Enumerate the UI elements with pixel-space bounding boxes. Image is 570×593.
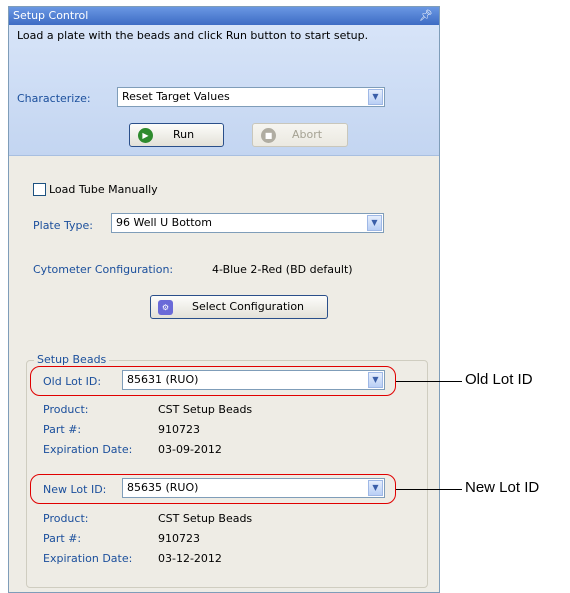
setup-beads-title: Setup Beads xyxy=(34,353,110,366)
select-configuration-label: Select Configuration xyxy=(191,300,305,313)
stop-icon: ■ xyxy=(261,128,276,143)
old-lot-callout: Old Lot ID xyxy=(465,371,533,388)
new-part-label: Part #: xyxy=(43,532,82,545)
new-lot-callout-line xyxy=(396,489,462,490)
old-part-value: 910723 xyxy=(158,423,200,436)
load-tube-label: Load Tube Manually xyxy=(49,183,158,196)
new-part-value: 910723 xyxy=(158,532,200,545)
panel-title: Setup Control xyxy=(13,9,89,22)
characterize-dropdown[interactable]: Reset Target Values ▼ xyxy=(117,87,385,107)
cytometer-config-label: Cytometer Configuration: xyxy=(33,263,174,276)
abort-label: Abort xyxy=(291,128,323,141)
panel-titlebar: Setup Control 📌︎ xyxy=(9,7,439,25)
setup-control-panel: Setup Control 📌︎ Load a plate with the b… xyxy=(8,6,440,593)
instruction-text: Load a plate with the beads and click Ru… xyxy=(17,29,369,42)
new-product-value: CST Setup Beads xyxy=(158,512,253,525)
old-lot-callout-line xyxy=(396,381,462,382)
cytometer-config-value: 4-Blue 2-Red (BD default) xyxy=(212,263,353,276)
pin-icon[interactable]: 📌︎ xyxy=(419,7,433,25)
abort-button[interactable]: ■ Abort xyxy=(252,123,348,147)
new-lot-highlight xyxy=(30,474,396,504)
old-exp-value: 03-09-2012 xyxy=(158,443,222,456)
chevron-down-icon[interactable]: ▼ xyxy=(368,89,383,105)
load-tube-checkbox[interactable] xyxy=(33,183,46,196)
old-lot-highlight xyxy=(30,366,396,396)
gear-icon: ⚙ xyxy=(158,300,173,315)
plate-type-value: 96 Well U Bottom xyxy=(116,216,212,229)
old-part-label: Part #: xyxy=(43,423,82,436)
old-product-value: CST Setup Beads xyxy=(158,403,253,416)
old-product-label: Product: xyxy=(43,403,89,416)
plate-type-dropdown[interactable]: 96 Well U Bottom ▼ xyxy=(111,213,384,233)
new-exp-value: 03-12-2012 xyxy=(158,552,222,565)
run-button[interactable]: ▶ Run xyxy=(129,123,224,147)
run-label: Run xyxy=(172,128,195,141)
new-product-label: Product: xyxy=(43,512,89,525)
plate-type-label: Plate Type: xyxy=(33,219,93,232)
new-exp-label: Expiration Date: xyxy=(43,552,133,565)
new-lot-callout: New Lot ID xyxy=(465,479,540,496)
select-configuration-button[interactable]: ⚙ Select Configuration xyxy=(150,295,328,319)
characterize-value: Reset Target Values xyxy=(122,90,230,103)
old-exp-label: Expiration Date: xyxy=(43,443,133,456)
play-icon: ▶ xyxy=(138,128,153,143)
characterize-label: Characterize: xyxy=(17,92,91,105)
chevron-down-icon[interactable]: ▼ xyxy=(367,215,382,231)
